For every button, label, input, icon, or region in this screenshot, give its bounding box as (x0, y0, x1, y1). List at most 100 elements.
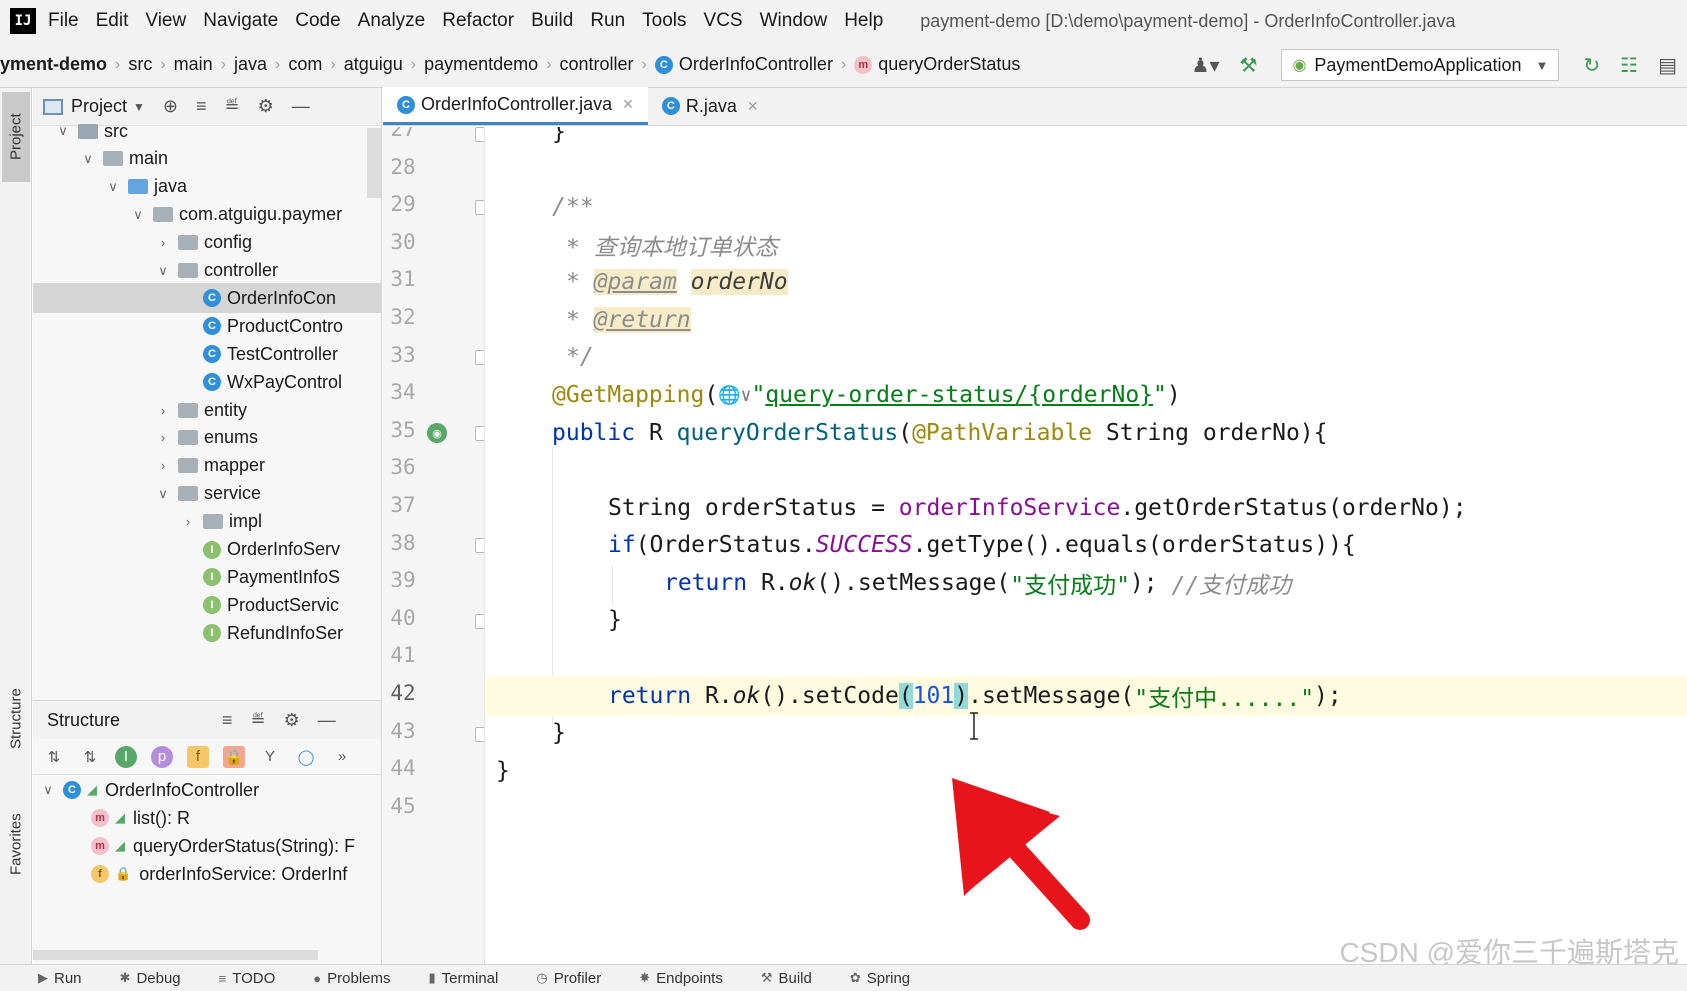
expand-all-icon[interactable]: ≡ (222, 710, 233, 731)
tool-problems[interactable]: ● Problems (313, 970, 390, 987)
collapse-all-icon[interactable]: ≝ (225, 96, 240, 117)
hammer-icon[interactable]: ⚒ (1240, 53, 1258, 78)
menu-file[interactable]: File (48, 10, 79, 32)
code-line-39[interactable]: return R. ok ().setMessage("支付成功"); //支付成功 (486, 563, 1687, 603)
fold-marker-icon[interactable] (475, 200, 484, 215)
structure-tool-tab[interactable]: Structure (2, 664, 30, 774)
user-icon[interactable]: ♟▾ (1192, 53, 1220, 78)
run-configuration-select[interactable]: ◉ PaymentDemoApplication ▼ (1281, 49, 1560, 81)
globe-icon[interactable]: 🌐∨ (718, 385, 751, 406)
project-tree-item[interactable]: › entity (33, 395, 381, 425)
project-panel-title[interactable]: Project (71, 96, 127, 117)
project-tree-item[interactable]: C WxPayControl (33, 367, 381, 397)
menu-edit[interactable]: Edit (96, 10, 129, 32)
menu-build[interactable]: Build (531, 10, 573, 32)
rerun-icon[interactable]: ↻ (1583, 53, 1600, 78)
spring-request-mapping-icon[interactable]: ◉ (427, 423, 447, 443)
code-line-30[interactable]: * 查询本地订单状态 (486, 225, 1687, 265)
project-tree-item[interactable]: I ProductServic (33, 590, 381, 620)
breadcrumb-controller[interactable]: controller (560, 54, 634, 75)
menu-code[interactable]: Code (295, 10, 340, 32)
menu-help[interactable]: Help (844, 10, 883, 32)
breadcrumb-method[interactable]: m queryOrderStatus (854, 54, 1020, 75)
more-actions-icon[interactable]: ▤ (1658, 53, 1677, 78)
chevron-down-icon[interactable]: ∨ (56, 123, 70, 139)
structure-member[interactable]: m ◢ queryOrderStatus(String): F (33, 831, 381, 861)
structure-root[interactable]: ∨ C ◢ OrderInfoController (33, 775, 381, 805)
breadcrumb-atguigu[interactable]: atguigu (344, 54, 403, 75)
chevron-down-icon[interactable]: ∨ (81, 151, 95, 167)
show-inherited-icon[interactable]: I (115, 745, 137, 768)
code-line-34[interactable]: @GetMapping(🌐∨ " query-order-status/{order… (486, 375, 1687, 415)
structure-horizontal-scrollbar[interactable] (33, 950, 318, 960)
gear-icon[interactable]: ⚙ (258, 96, 274, 117)
chevron-down-icon[interactable]: ∨ (106, 179, 120, 195)
tool-spring[interactable]: ✿ Spring (850, 970, 910, 987)
code-line-41[interactable] (486, 638, 1687, 678)
show-lambdas-icon[interactable]: Y (259, 746, 281, 768)
code-line-29[interactable]: /** (486, 187, 1687, 227)
chevron-right-icon[interactable]: › (181, 514, 195, 529)
show-properties-icon[interactable]: p (151, 745, 173, 768)
gear-icon[interactable]: ⚙ (284, 710, 300, 731)
menu-run[interactable]: Run (590, 10, 625, 32)
menu-refactor[interactable]: Refactor (442, 10, 514, 32)
favorites-tool-tab[interactable]: Favorites (2, 794, 30, 894)
breadcrumb-paymentdemo[interactable]: paymentdemo (424, 54, 538, 75)
tab-r-java[interactable]: C R.java ✕ (648, 87, 773, 125)
locate-icon[interactable]: ⊕ (163, 96, 178, 117)
chevron-down-icon[interactable]: ∨ (131, 207, 145, 223)
project-tree-item[interactable]: I RefundInfoSer (33, 618, 381, 648)
fold-marker-icon[interactable] (475, 350, 484, 365)
project-tree-item[interactable]: ∨ main (33, 144, 381, 174)
sort-alpha-icon[interactable]: ⇅ (79, 746, 101, 768)
chevron-down-icon[interactable]: ∨ (41, 782, 55, 798)
structure-member[interactable]: f 🔒 orderInfoService: OrderInf (33, 859, 381, 889)
tool-build[interactable]: ⚒ Build (761, 970, 812, 987)
code-line-27[interactable]: } (486, 127, 1687, 152)
project-tree-item[interactable]: C TestController (33, 339, 381, 369)
project-tree-item[interactable]: I OrderInfoServ (33, 535, 381, 565)
close-icon[interactable]: ✕ (622, 96, 634, 113)
chevron-down-icon[interactable]: ∨ (156, 263, 170, 279)
breadcrumb-project[interactable]: yment-demo (0, 54, 107, 75)
menu-window[interactable]: Window (760, 10, 828, 32)
collapse-all-icon[interactable]: ≝ (251, 710, 266, 731)
breadcrumb-main[interactable]: main (174, 54, 213, 75)
tab-orderinfocontroller[interactable]: C OrderInfoController.java ✕ (383, 87, 648, 125)
tool-terminal[interactable]: ▮ Terminal (429, 970, 499, 987)
show-non-public-icon[interactable]: 🔒 (223, 745, 245, 768)
project-tool-tab[interactable]: Project (2, 92, 30, 182)
code-line-31[interactable]: * @param orderNo (486, 262, 1687, 302)
structure-member[interactable]: m ◢ list(): R (33, 803, 381, 833)
tool-profiler[interactable]: ◷ Profiler (536, 970, 601, 987)
tool-todo[interactable]: ≡ TODO (219, 970, 276, 987)
project-tree-item[interactable]: ∨ src (33, 116, 381, 146)
fold-marker-icon[interactable] (475, 727, 484, 742)
breadcrumb-java[interactable]: java (234, 54, 267, 75)
chevron-down-icon[interactable]: ∨ (156, 486, 170, 502)
project-tree-item[interactable]: › mapper (33, 451, 381, 481)
menu-analyze[interactable]: Analyze (358, 10, 426, 32)
fold-marker-icon[interactable] (475, 538, 484, 553)
tool-endpoints[interactable]: ✸ Endpoints (639, 970, 723, 987)
chevron-right-icon[interactable]: › (156, 403, 170, 418)
project-tree-item[interactable]: › config (33, 228, 381, 258)
project-tree-item[interactable]: › enums (33, 423, 381, 453)
autoscroll-icon[interactable]: ◯ (295, 746, 317, 768)
menu-vcs[interactable]: VCS (704, 10, 743, 32)
code-line-32[interactable]: * @return (486, 300, 1687, 340)
code-line-36[interactable] (486, 450, 1687, 490)
project-tree-item[interactable]: › impl (33, 507, 381, 537)
breadcrumb-com[interactable]: com (288, 54, 322, 75)
show-fields-icon[interactable]: f (187, 745, 209, 768)
project-tree-item[interactable]: ∨ service (33, 479, 381, 509)
close-icon[interactable]: ✕ (747, 98, 759, 115)
chevron-right-icon[interactable]: › (156, 458, 170, 473)
more-icon[interactable]: » (331, 746, 353, 768)
fold-marker-icon[interactable] (475, 127, 484, 142)
fold-marker-icon[interactable] (475, 426, 484, 441)
code-line-40[interactable]: } (486, 600, 1687, 640)
tool-run[interactable]: ▶ Run (38, 970, 82, 987)
breadcrumb-class[interactable]: C OrderInfoController (654, 54, 833, 75)
